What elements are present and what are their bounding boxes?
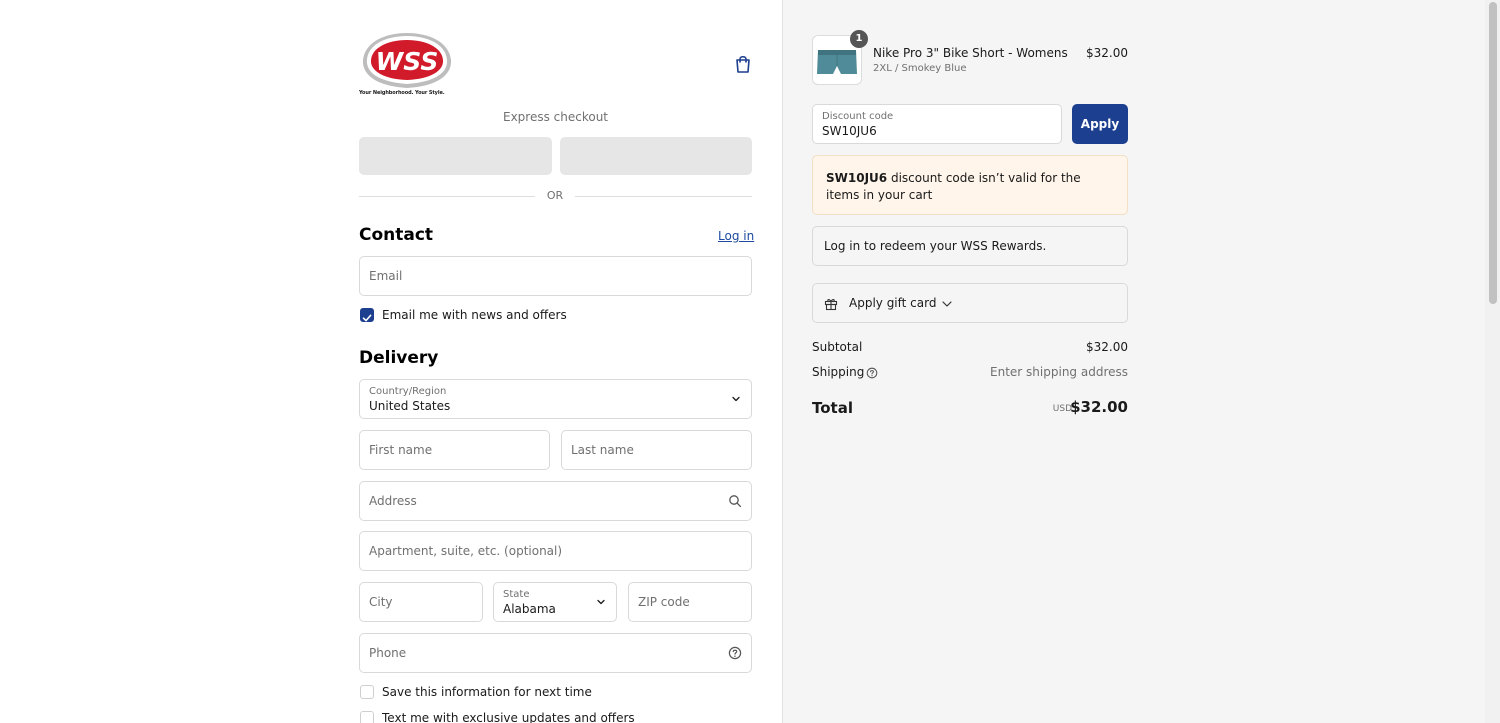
apply-discount-button[interactable]: Apply	[1072, 104, 1128, 144]
product-price: $32.00	[1086, 46, 1128, 60]
total-label: Total	[812, 399, 853, 417]
phone-field[interactable]: Phone	[359, 633, 752, 673]
city-field[interactable]: City	[359, 582, 483, 622]
help-circle-icon[interactable]	[866, 367, 878, 379]
express-checkout-title: Express checkout	[502, 110, 609, 124]
discount-code-field[interactable]: Discount code SW10JU6	[812, 104, 1062, 144]
shipping-value: Enter shipping address	[990, 365, 1128, 379]
gift-icon	[824, 299, 838, 311]
news-checkbox[interactable]	[360, 308, 374, 322]
last-name-placeholder: Last name	[571, 443, 634, 457]
email-field[interactable]: Email	[359, 256, 752, 296]
discount-code-label: Discount code	[822, 111, 894, 122]
or-separator: OR	[546, 189, 564, 202]
wss-logo[interactable]: WSS	[359, 30, 455, 98]
checkout-main-panel: WSS Your Neighborhood. Your Style. Expre…	[0, 0, 782, 723]
text-me-label: Text me with exclusive updates and offer…	[382, 711, 635, 723]
logo-tagline: Your Neighborhood. Your Style.	[359, 90, 445, 96]
rewards-text: Log in to redeem your WSS Rewards.	[824, 239, 1047, 253]
rewards-login-box[interactable]: Log in to redeem your WSS Rewards.	[812, 226, 1128, 266]
chevron-down-icon	[942, 301, 952, 307]
search-icon	[729, 495, 742, 508]
discount-code-value: SW10JU6	[822, 124, 877, 138]
product-name: Nike Pro 3" Bike Short - Womens	[873, 46, 1068, 60]
total-currency: USD	[1052, 404, 1072, 414]
subtotal-value: $32.00	[1086, 340, 1128, 354]
state-select[interactable]: State Alabama	[493, 582, 617, 622]
scrollbar-thumb[interactable]	[1489, 2, 1497, 304]
shopping-bag-icon[interactable]	[734, 54, 752, 74]
city-placeholder: City	[369, 595, 393, 609]
chevron-down-icon	[732, 396, 740, 402]
address-placeholder: Address	[369, 494, 417, 508]
product-variant: 2XL / Smokey Blue	[873, 63, 967, 74]
first-name-placeholder: First name	[369, 443, 433, 457]
divider-right	[575, 196, 752, 197]
news-checkbox-label: Email me with news and offers	[382, 308, 567, 322]
phone-placeholder: Phone	[369, 646, 407, 660]
country-select[interactable]: Country/Region United States	[359, 379, 752, 419]
gift-card-label: Apply gift card	[849, 296, 937, 310]
quantity-badge: 1	[850, 30, 868, 48]
logo-text: WSS	[376, 47, 439, 76]
last-name-field[interactable]: Last name	[561, 430, 752, 470]
discount-error-message: SW10JU6 discount code isn’t valid for th…	[812, 155, 1128, 215]
address-field[interactable]: Address	[359, 481, 752, 521]
state-value: Alabama	[503, 602, 556, 616]
apartment-field[interactable]: Apartment, suite, etc. (optional)	[359, 531, 752, 571]
save-info-checkbox[interactable]	[360, 685, 374, 699]
save-info-label: Save this information for next time	[382, 685, 592, 699]
country-label: Country/Region	[369, 386, 447, 397]
subtotal-label: Subtotal	[812, 340, 863, 354]
chevron-down-icon	[597, 599, 605, 605]
zip-field[interactable]: ZIP code	[628, 582, 752, 622]
divider-left	[359, 196, 535, 197]
contact-heading: Contact	[359, 225, 434, 245]
country-value: United States	[369, 399, 451, 413]
login-link[interactable]: Log in	[718, 229, 754, 243]
shipping-label: Shipping	[812, 365, 865, 379]
state-label: State	[503, 589, 530, 600]
gift-card-toggle[interactable]: Apply gift card	[812, 283, 1128, 323]
express-pay-button-2[interactable]	[560, 137, 752, 175]
checkmark-icon	[362, 314, 372, 322]
help-circle-icon[interactable]	[728, 646, 742, 660]
first-name-field[interactable]: First name	[359, 430, 550, 470]
express-pay-button-1[interactable]	[359, 137, 552, 175]
text-me-checkbox[interactable]	[360, 711, 374, 723]
email-placeholder: Email	[369, 269, 403, 283]
apartment-placeholder: Apartment, suite, etc. (optional)	[369, 544, 563, 558]
page-scrollbar[interactable]	[1485, 0, 1500, 723]
zip-placeholder: ZIP code	[638, 595, 690, 609]
delivery-heading: Delivery	[359, 348, 439, 368]
error-code: SW10JU6	[826, 171, 888, 185]
total-value: $32.00	[1070, 398, 1128, 416]
